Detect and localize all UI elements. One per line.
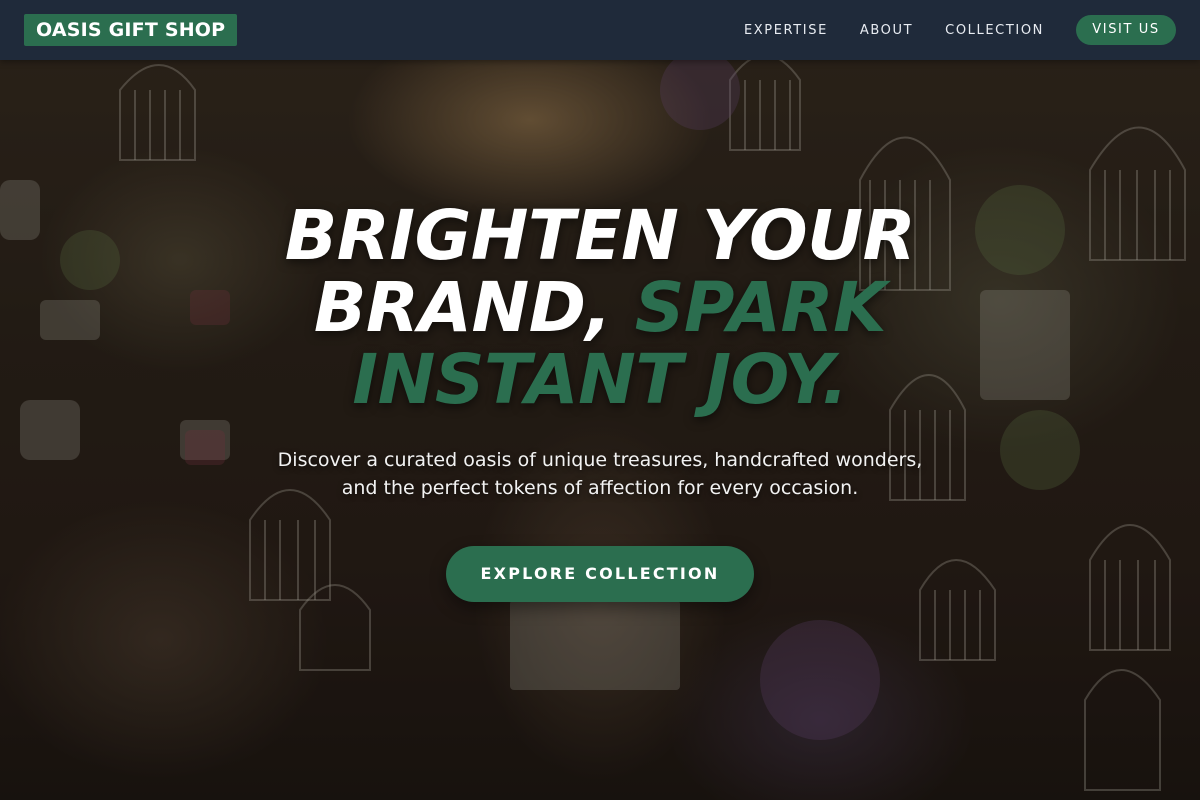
visit-us-button[interactable]: VISIT US bbox=[1076, 15, 1176, 45]
explore-collection-button[interactable]: EXPLORE COLLECTION bbox=[446, 546, 754, 602]
landing-page: OASIS GIFT SHOP EXPERTISE ABOUT COLLECTI… bbox=[0, 0, 1200, 800]
site-logo[interactable]: OASIS GIFT SHOP bbox=[24, 14, 238, 46]
nav-link-expertise[interactable]: EXPERTISE bbox=[744, 23, 828, 38]
nav-link-about[interactable]: ABOUT bbox=[860, 23, 913, 38]
nav-links: EXPERTISE ABOUT COLLECTION VISIT US bbox=[712, 14, 1176, 46]
hero-headline: BRIGHTEN YOUR BRAND, SPARK INSTANT JOY. bbox=[220, 200, 980, 416]
hero-subtitle: Discover a curated oasis of unique treas… bbox=[277, 449, 923, 499]
nav-link-collection[interactable]: COLLECTION bbox=[945, 23, 1044, 38]
top-navbar: OASIS GIFT SHOP EXPERTISE ABOUT COLLECTI… bbox=[0, 0, 1200, 60]
hero-section: BRIGHTEN YOUR BRAND, SPARK INSTANT JOY. … bbox=[0, 200, 1200, 602]
